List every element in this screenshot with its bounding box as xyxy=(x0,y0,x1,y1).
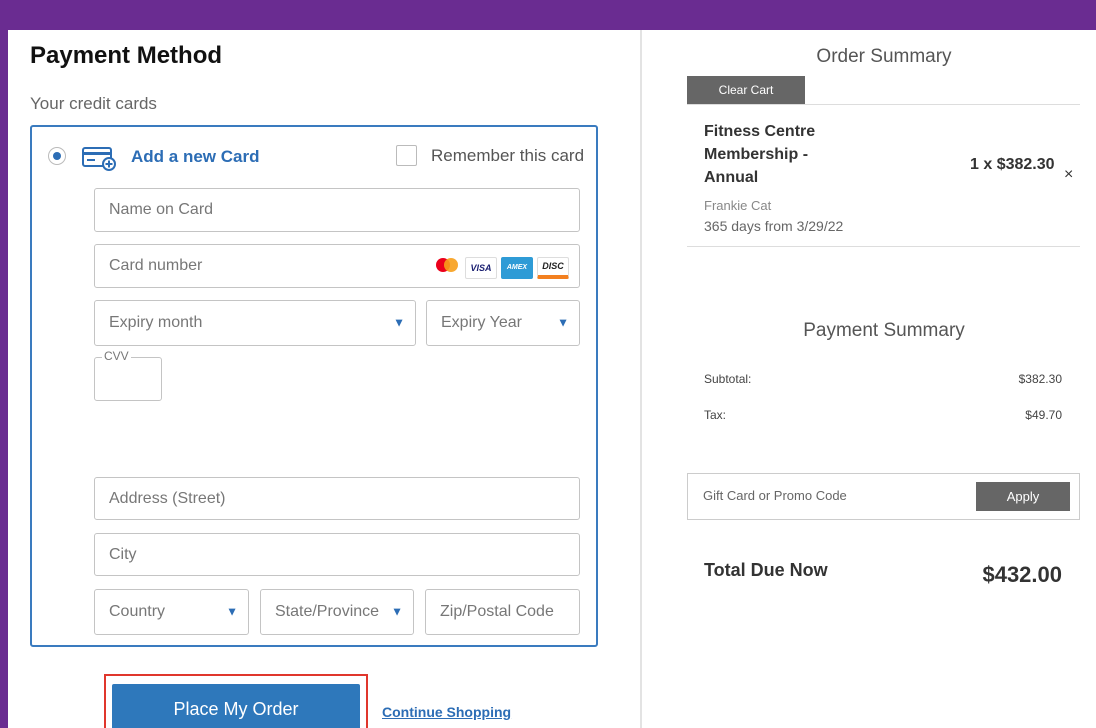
visa-icon: VISA xyxy=(465,256,497,279)
address-input[interactable]: Address (Street) xyxy=(94,477,580,520)
expiry-month-select[interactable]: Expiry month ▼ xyxy=(94,300,416,346)
item-owner: Frankie Cat xyxy=(704,198,772,213)
remember-card-label: Remember this card xyxy=(431,146,585,165)
mastercard-icon xyxy=(433,255,461,280)
place-order-highlight: Place My Order xyxy=(104,674,368,728)
payment-summary-title: Payment Summary xyxy=(803,320,965,341)
payment-method-title: Payment Method xyxy=(30,42,223,69)
address-placeholder: Address (Street) xyxy=(109,489,226,507)
zip-input[interactable]: Zip/Postal Code xyxy=(425,589,580,635)
country-select[interactable]: Country ▼ xyxy=(94,589,249,635)
tax-label: Tax: xyxy=(704,408,727,422)
tax-value: $49.70 xyxy=(1025,408,1062,422)
promo-code-input[interactable]: Gift Card or Promo Code Apply xyxy=(687,473,1080,520)
remember-card-checkbox[interactable] xyxy=(396,145,417,166)
promo-code-placeholder: Gift Card or Promo Code xyxy=(703,488,847,503)
state-label: State/Province xyxy=(275,603,380,620)
item-price: 1 x $382.30 xyxy=(970,156,1055,173)
city-placeholder: City xyxy=(109,545,137,563)
city-input[interactable]: City xyxy=(94,533,580,576)
chevron-down-icon: ▼ xyxy=(391,604,403,619)
place-order-button[interactable]: Place My Order xyxy=(112,684,360,728)
cvv-input[interactable]: CVV xyxy=(94,349,162,401)
credit-cards-label: Your credit cards xyxy=(30,94,157,113)
card-logos: VISA AMEX DISC xyxy=(433,255,569,280)
order-summary-title: Order Summary xyxy=(816,46,952,67)
subtotal-value: $382.30 xyxy=(1018,372,1062,386)
add-new-card-label[interactable]: Add a new Card xyxy=(131,147,259,167)
total-due-value: $432.00 xyxy=(982,562,1062,587)
chevron-down-icon: ▼ xyxy=(393,315,405,330)
card-number-placeholder: Card number xyxy=(109,257,203,274)
close-icon[interactable]: × xyxy=(1064,166,1073,184)
new-card-form: Add a new Card Remember this card Name o… xyxy=(30,125,598,647)
apply-button[interactable]: Apply xyxy=(976,482,1070,511)
total-due-label: Total Due Now xyxy=(704,560,828,580)
name-on-card-input[interactable]: Name on Card xyxy=(94,188,580,232)
expiry-year-select[interactable]: Expiry Year ▼ xyxy=(426,300,580,346)
discover-icon: DISC xyxy=(537,256,569,279)
cvv-label: CVV xyxy=(102,349,131,363)
name-on-card-placeholder: Name on Card xyxy=(109,201,214,218)
expiry-month-label: Expiry month xyxy=(109,314,203,331)
divider xyxy=(687,246,1080,247)
clear-cart-button[interactable]: Clear Cart xyxy=(687,76,805,104)
column-divider xyxy=(640,30,642,728)
checkout-panel: Payment Method Your credit cards Add a n… xyxy=(8,30,1096,728)
new-card-radio[interactable] xyxy=(48,147,66,165)
state-select[interactable]: State/Province ▼ xyxy=(260,589,414,635)
expiry-year-label: Expiry Year xyxy=(441,314,522,331)
card-number-input[interactable]: Card number VISA AMEX DISC xyxy=(94,244,580,288)
chevron-down-icon: ▼ xyxy=(226,604,238,619)
add-card-icon xyxy=(82,145,118,176)
amex-icon: AMEX xyxy=(501,256,533,279)
item-duration: 365 days from 3/29/22 xyxy=(704,218,844,234)
divider xyxy=(687,104,1080,105)
chevron-down-icon: ▼ xyxy=(557,315,569,330)
country-label: Country xyxy=(109,603,166,620)
continue-shopping-link[interactable]: Continue Shopping xyxy=(382,704,511,720)
subtotal-label: Subtotal: xyxy=(704,372,752,386)
item-name: Fitness Centre Membership - Annual xyxy=(704,123,816,186)
zip-placeholder: Zip/Postal Code xyxy=(440,603,554,620)
